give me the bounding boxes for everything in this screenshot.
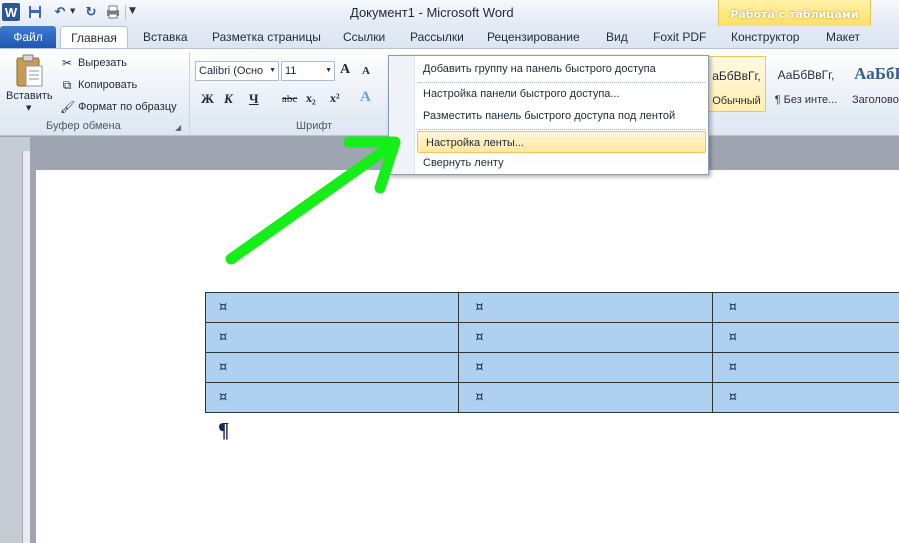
tab-page-layout[interactable]: Разметка страницы [212,26,321,48]
underline-button[interactable]: Ч [249,91,259,107]
copy-button[interactable]: ⧉ Копировать [60,76,138,94]
tab-insert[interactable]: Вставка [143,26,188,48]
tab-home[interactable]: Главная [60,26,128,48]
menu-item-show-qat-below-ribbon[interactable]: Разместить панель быстрого доступа под л… [415,105,708,127]
font-name-value: Calibri (Осно [199,65,264,77]
paste-dropdown-icon[interactable]: ▼ [26,104,31,112]
table-cell[interactable]: ¤ [458,352,713,383]
undo-dropdown-icon[interactable]: ▼ [70,7,75,15]
menu-icon-gutter [389,56,415,174]
style-normal-name: Обычный [712,95,761,107]
font-size-combobox[interactable]: 11 ▼ [281,61,335,81]
menu-item-customize-ribbon[interactable]: Настройка ленты... [417,131,706,153]
chevron-down-icon[interactable]: ▼ [269,62,276,80]
strikethrough-button[interactable]: abc [282,93,297,105]
table-cell[interactable]: ¤ [458,382,713,413]
clipboard-group-label: Буфер обмена [46,120,121,132]
menu-item-customize-qat[interactable]: Настройка панели быстрого доступа... [415,83,708,105]
table-cell[interactable]: ¤ [204,322,460,353]
font-size-value: 11 [285,65,297,77]
text-effects-icon[interactable]: A [360,89,371,106]
menu-item-add-group-to-qat[interactable]: Добавить группу на панель быстрого досту… [415,58,708,80]
table-cell[interactable]: ¤ [711,292,899,323]
quick-print-icon[interactable] [104,3,122,21]
clipboard-dialog-launcher-icon[interactable]: ◢ [175,123,181,132]
styles-gallery[interactable]: аБбВвГг, Обычный АаБбВвГг, ¶ Без инте...… [707,56,899,112]
style-heading-1-sample: АаБбВ [854,64,899,83]
table-cell[interactable]: ¤ [458,292,713,323]
format-painter-button[interactable]: 🖌 Формат по образцу [60,98,177,116]
title-bar: W ↶ ▼ ↻ ▼ Документ1 - Microsoft Word Раб… [0,0,899,26]
document-table[interactable]: ¤ ¤ ¤ ¤ ¤ ¤ ¤ ¤ ¤ ¤ ¤ ¤ [204,292,899,413]
italic-button[interactable]: К [224,91,233,107]
window-title: Документ1 - Microsoft Word [350,5,514,20]
tab-table-design[interactable]: Конструктор [731,26,799,48]
tab-review[interactable]: Рецензирование [487,26,580,48]
style-no-spacing[interactable]: АаБбВвГг, ¶ Без инте... [769,56,843,112]
paste-button-label[interactable]: Вставить [6,90,53,102]
copy-icon: ⧉ [62,77,72,92]
format-painter-label: Формат по образцу [78,101,177,113]
vertical-ruler [0,137,30,543]
cut-label: Вырезать [78,57,127,69]
font-name-combobox[interactable]: Calibri (Осно ▼ [195,61,279,81]
table-row: ¤ ¤ ¤ [204,352,899,383]
group-separator [189,53,190,133]
tab-file[interactable]: Файл [0,26,56,48]
qat-separator [125,5,126,20]
tab-references[interactable]: Ссылки [343,26,385,48]
table-cell[interactable]: ¤ [204,382,460,413]
ribbon-tab-row: Файл Главная Вставка Разметка страницы С… [0,26,899,48]
style-normal[interactable]: аБбВвГг, Обычный [707,56,766,112]
scissors-icon: ✂ [61,56,73,70]
save-icon[interactable] [26,3,44,21]
word-app-icon[interactable]: W [2,3,20,21]
style-no-spacing-sample: АаБбВвГг, [777,68,835,82]
paragraph-mark: ¶ [218,418,230,442]
style-heading-1-name: Заголово... [851,94,899,106]
cut-button[interactable]: ✂ Вырезать [60,54,127,72]
style-heading-1[interactable]: АаБбВ Заголово... [845,56,899,112]
menu-item-minimize-ribbon[interactable]: Свернуть ленту [415,152,708,174]
style-normal-sample: аБбВвГг, [712,69,761,83]
table-row: ¤ ¤ ¤ [204,382,899,413]
font-group-label: Шрифт [296,120,333,132]
style-no-spacing-name: ¶ Без инте... [774,94,838,106]
brush-icon: 🖌 [60,100,76,114]
shrink-font-button[interactable]: A [362,65,370,77]
menu-separator [419,129,705,130]
table-cell[interactable]: ¤ [458,322,713,353]
tab-foxit-pdf[interactable]: Foxit PDF [653,26,706,48]
bold-button[interactable]: Ж [201,91,214,107]
customize-qat-chevron-icon[interactable]: ▼ [129,6,136,16]
tab-mailings[interactable]: Рассылки [410,26,464,48]
table-row: ¤ ¤ ¤ [204,292,899,323]
tab-view[interactable]: Вид [606,26,628,48]
table-cell[interactable]: ¤ [204,292,460,323]
chevron-down-icon[interactable]: ▼ [325,62,332,80]
ribbon-context-menu: Добавить группу на панель быстрого досту… [388,55,709,175]
undo-icon[interactable]: ↶ [51,3,69,21]
table-cell[interactable]: ¤ [204,352,460,383]
table-tools-contextual-header: Работа с таблицами [718,0,871,26]
table-cell[interactable]: ¤ [711,382,899,413]
tab-table-layout[interactable]: Макет [826,26,860,48]
superscript-button[interactable]: x² [330,91,340,106]
subscript-button[interactable]: x₂ [306,91,316,106]
repeat-icon[interactable]: ↻ [82,3,100,21]
copy-label: Копировать [78,79,138,91]
table-cell[interactable]: ¤ [711,352,899,383]
paste-icon[interactable] [14,54,44,88]
table-cell[interactable]: ¤ [711,322,899,353]
grow-font-button[interactable]: A [340,62,350,78]
table-row: ¤ ¤ ¤ [204,322,899,353]
